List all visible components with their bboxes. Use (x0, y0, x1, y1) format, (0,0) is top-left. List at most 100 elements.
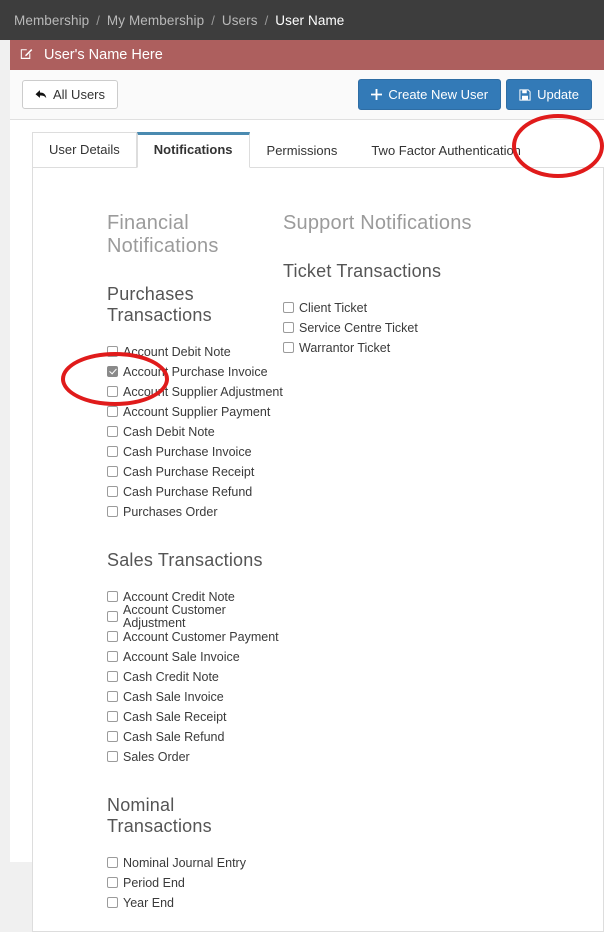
toolbar-right-group: Create New User Update (358, 79, 594, 110)
tab-two-factor-authentication[interactable]: Two Factor Authentication (354, 133, 538, 168)
checkbox-row[interactable]: Client Ticket (283, 298, 603, 318)
breadcrumb: Membership / My Membership / Users / User Name (0, 0, 604, 40)
tab-notifications[interactable]: Notifications (136, 132, 250, 168)
tab-user-details[interactable]: User Details (32, 132, 137, 168)
checkbox-cash-purchase-invoice[interactable] (107, 446, 118, 458)
section-title-nominal-transactions: Nominal Transactions (107, 794, 212, 836)
checkbox-label[interactable]: Nominal Journal Entry (123, 857, 246, 870)
checkbox-label[interactable]: Account Sale Invoice (123, 651, 240, 664)
section-title-purchases-transactions: Purchases Transactions (107, 283, 212, 325)
checkbox-row[interactable]: Warrantor Ticket (283, 338, 603, 358)
create-new-user-button[interactable]: Create New User (358, 79, 502, 110)
checkbox-row[interactable]: Purchases Order (107, 502, 283, 522)
floppy-save-icon (519, 88, 531, 101)
checkbox-row[interactable]: Account Sale Invoice (107, 647, 283, 667)
checkbox-label[interactable]: Sales Order (123, 751, 190, 764)
checkbox-nominal-journal-entry[interactable] (107, 857, 118, 869)
checkbox-row[interactable]: Account Customer Adjustment (107, 604, 283, 629)
checkbox-row[interactable]: Cash Purchase Refund (107, 482, 283, 502)
checkbox-account-purchase-invoice[interactable] (107, 366, 118, 378)
checkbox-cash-purchase-receipt[interactable] (107, 466, 118, 478)
checkbox-cash-sale-receipt[interactable] (107, 711, 118, 723)
checkbox-label[interactable]: Account Debit Note (123, 346, 231, 359)
breadcrumb-separator: / (264, 12, 269, 28)
checkbox-cash-purchase-refund[interactable] (107, 486, 118, 498)
checkbox-warrantor-ticket[interactable] (283, 342, 294, 354)
checkbox-account-credit-note[interactable] (107, 591, 118, 603)
checkbox-cash-sale-refund[interactable] (107, 731, 118, 743)
breadcrumb-item-membership[interactable]: Membership (14, 13, 89, 28)
checkbox-account-supplier-adjustment[interactable] (107, 386, 118, 398)
checkbox-label[interactable]: Cash Sale Receipt (123, 711, 227, 724)
checkbox-label[interactable]: Cash Sale Refund (123, 731, 224, 744)
checkbox-row[interactable]: Account Supplier Adjustment (107, 382, 283, 402)
support-notifications-column: Support Notifications Ticket Transactions… (283, 212, 603, 913)
checkbox-label[interactable]: Cash Credit Note (123, 671, 219, 684)
checkbox-year-end[interactable] (107, 897, 118, 909)
checkbox-row[interactable]: Account Supplier Payment (107, 402, 283, 422)
checkbox-row[interactable]: Cash Sale Invoice (107, 687, 283, 707)
checkbox-account-debit-note[interactable] (107, 346, 118, 358)
breadcrumb-item-user-name: User Name (275, 12, 345, 28)
checkbox-label[interactable]: Service Centre Ticket (299, 322, 418, 335)
financial-notifications-column: Financial Notifications Purchases Transac… (33, 212, 283, 913)
checkbox-label[interactable]: Cash Sale Invoice (123, 691, 224, 704)
support-group-title: Support Notifications (283, 211, 472, 234)
checkbox-row[interactable]: Cash Sale Receipt (107, 707, 283, 727)
checkbox-row[interactable]: Account Debit Note (107, 342, 283, 362)
create-new-user-label: Create New User (388, 87, 489, 102)
checkbox-account-customer-payment[interactable] (107, 631, 118, 643)
all-users-button[interactable]: All Users (22, 80, 119, 109)
checkbox-row[interactable]: Cash Credit Note (107, 667, 283, 687)
breadcrumb-item-my-membership[interactable]: My Membership (107, 13, 204, 28)
page-wrap: User's Name Here All Users Create New Us… (0, 40, 604, 932)
checkbox-label[interactable]: Purchases Order (123, 506, 217, 519)
checkbox-list-ticket-transactions: Client Ticket Service Centre Ticket Warran… (283, 298, 603, 358)
checkbox-row[interactable]: Cash Purchase Receipt (107, 462, 283, 482)
checkbox-label[interactable]: Cash Purchase Receipt (123, 466, 254, 479)
update-label: Update (537, 87, 579, 102)
checkbox-row[interactable]: Period End (107, 873, 283, 893)
breadcrumb-separator: / (96, 12, 100, 28)
breadcrumb-item-users[interactable]: Users (222, 13, 258, 28)
checkbox-client-ticket[interactable] (283, 302, 294, 314)
checkbox-purchases-order[interactable] (107, 506, 118, 518)
checkbox-period-end[interactable] (107, 877, 118, 889)
checkbox-account-supplier-payment[interactable] (107, 406, 118, 418)
page-title: User's Name Here (44, 47, 163, 63)
tab-bar: User Details Notifications Permissions Two … (32, 132, 604, 168)
checkbox-label[interactable]: Account Customer Payment (123, 631, 279, 644)
checkbox-service-centre-ticket[interactable] (283, 322, 294, 334)
checkbox-label[interactable]: Account Supplier Payment (123, 406, 270, 419)
checkbox-row[interactable]: Account Purchase Invoice (107, 362, 283, 382)
checkbox-row[interactable]: Nominal Journal Entry (107, 853, 283, 873)
tab-bar-area: User Details Notifications Permissions Two … (10, 120, 604, 168)
checkbox-row[interactable]: Service Centre Ticket (283, 318, 603, 338)
checkbox-sales-order[interactable] (107, 751, 118, 763)
checkbox-label[interactable]: Account Credit Note (123, 591, 235, 604)
checkbox-label[interactable]: Client Ticket (299, 302, 367, 315)
checkbox-row[interactable]: Sales Order (107, 747, 283, 767)
checkbox-label[interactable]: Account Customer Adjustment (123, 604, 283, 629)
tab-permissions[interactable]: Permissions (250, 133, 355, 168)
checkbox-row[interactable]: Account Customer Payment (107, 627, 283, 647)
checkbox-label[interactable]: Cash Debit Note (123, 426, 215, 439)
checkbox-label[interactable]: Account Supplier Adjustment (123, 386, 283, 399)
checkbox-label[interactable]: Cash Purchase Invoice (123, 446, 252, 459)
checkbox-label[interactable]: Period End (123, 877, 185, 890)
checkbox-label[interactable]: Year End (123, 897, 174, 910)
update-button[interactable]: Update (506, 79, 592, 110)
checkbox-account-sale-invoice[interactable] (107, 651, 118, 663)
checkbox-row[interactable]: Cash Debit Note (107, 422, 283, 442)
checkbox-cash-debit-note[interactable] (107, 426, 118, 438)
checkbox-label[interactable]: Cash Purchase Refund (123, 486, 252, 499)
toolbar: All Users Create New User Update (10, 70, 604, 120)
checkbox-label[interactable]: Warrantor Ticket (299, 342, 390, 355)
checkbox-row[interactable]: Cash Purchase Invoice (107, 442, 283, 462)
checkbox-row[interactable]: Year End (107, 893, 283, 913)
checkbox-account-customer-adjustment[interactable] (107, 611, 118, 623)
checkbox-row[interactable]: Cash Sale Refund (107, 727, 283, 747)
checkbox-cash-sale-invoice[interactable] (107, 691, 118, 703)
checkbox-label[interactable]: Account Purchase Invoice (123, 366, 268, 379)
checkbox-cash-credit-note[interactable] (107, 671, 118, 683)
